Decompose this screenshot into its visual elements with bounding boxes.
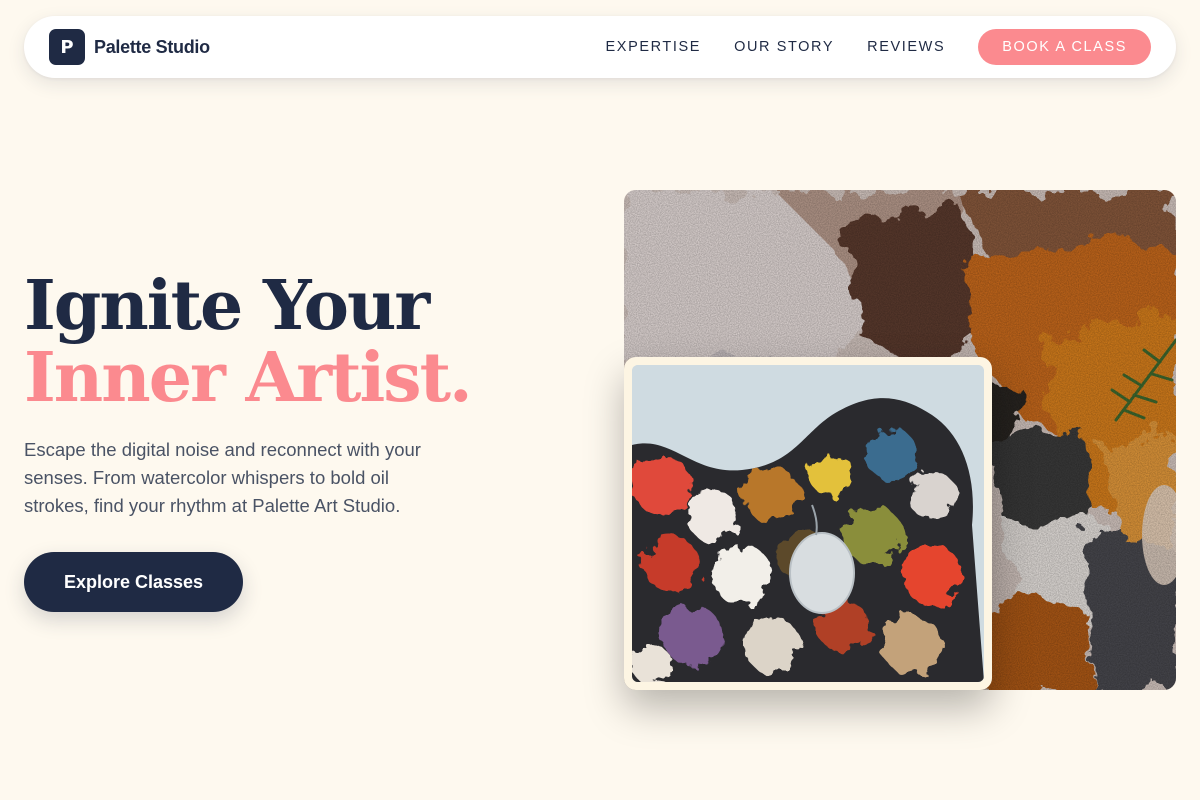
palette-illustration <box>632 365 984 682</box>
hero-description: Escape the digital noise and reconnect w… <box>24 439 421 516</box>
landing-page: P Palette Studio EXPERTISE OUR STORY REV… <box>0 0 1200 800</box>
hero-title-line1: Ignite Your <box>24 266 430 346</box>
explore-classes-button[interactable]: Explore Classes <box>24 552 243 612</box>
nav-links: EXPERTISE OUR STORY REVIEWS BOOK A CLASS <box>606 29 1151 65</box>
nav-link-expertise[interactable]: EXPERTISE <box>606 39 702 55</box>
brand-logo[interactable]: P Palette Studio <box>49 29 210 65</box>
book-a-class-button[interactable]: BOOK A CLASS <box>978 29 1151 65</box>
nav-link-our-story[interactable]: OUR STORY <box>734 39 834 55</box>
palette-image-frame <box>624 357 992 690</box>
nav-link-reviews[interactable]: REVIEWS <box>867 39 945 55</box>
brand-name: Palette Studio <box>94 36 210 57</box>
top-navigation: P Palette Studio EXPERTISE OUR STORY REV… <box>24 16 1176 78</box>
palette-image <box>632 365 984 682</box>
hero-title: Ignite Your Inner Artist. <box>24 266 473 418</box>
hero-title-line2: Inner Artist. <box>24 338 473 418</box>
brand-badge-icon: P <box>49 29 85 65</box>
